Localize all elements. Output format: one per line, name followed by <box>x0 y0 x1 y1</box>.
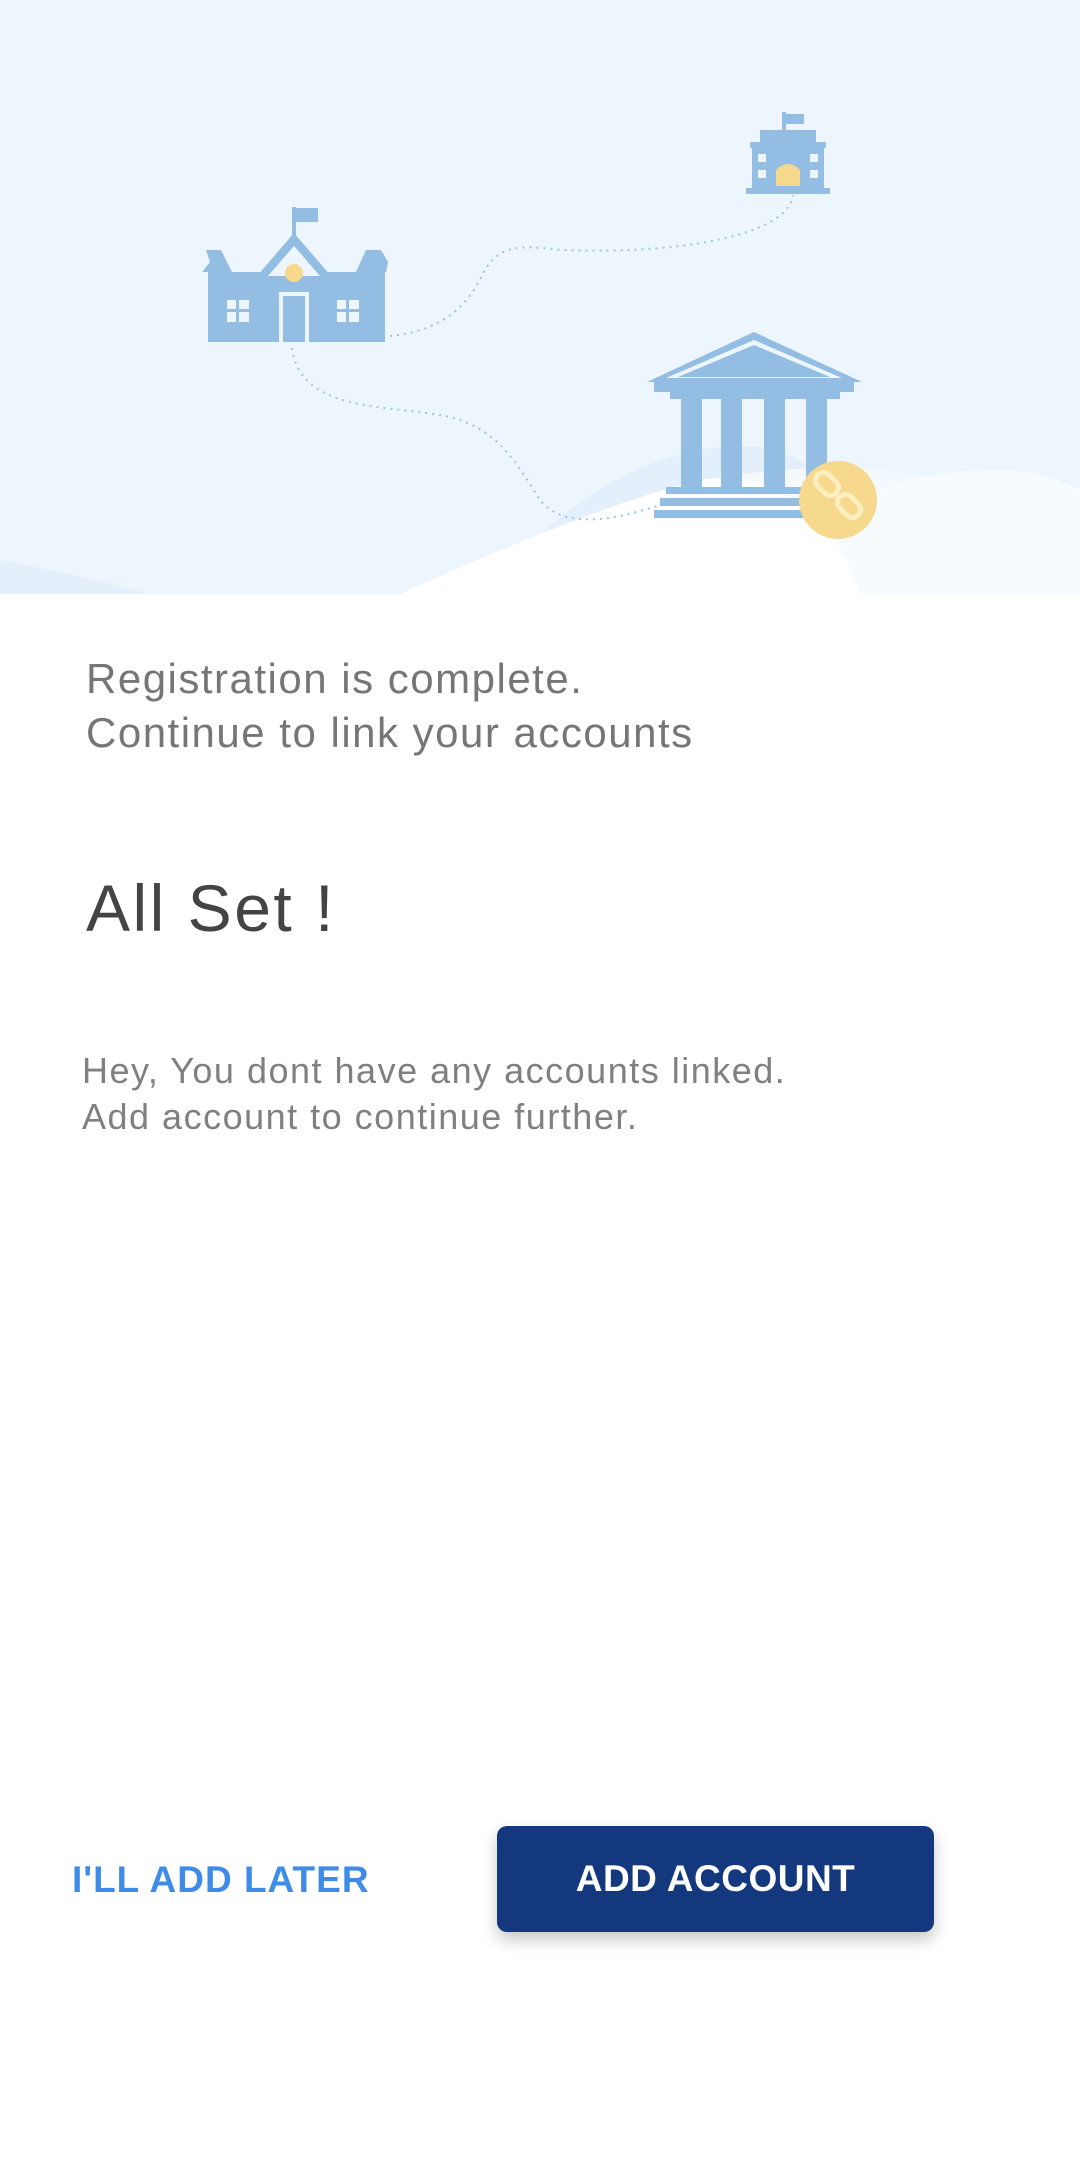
subtitle-line-2: Continue to link your accounts <box>86 709 694 756</box>
connector-path-top <box>389 194 794 337</box>
school-icon <box>202 207 388 342</box>
subtitle-line-1: Registration is complete. <box>86 655 584 702</box>
office-building-icon <box>746 112 830 194</box>
add-later-button[interactable]: I'LL ADD LATER <box>72 1852 370 1908</box>
message-line-2: Add account to continue further. <box>82 1096 639 1137</box>
message-line-1: Hey, You dont have any accounts linked. <box>82 1050 787 1091</box>
link-badge-icon <box>799 461 877 539</box>
registration-subtitle: Registration is complete. Continue to li… <box>86 652 986 760</box>
hero-illustration <box>0 0 1080 594</box>
page-title: All Set ! <box>86 871 336 945</box>
hero-artwork <box>0 112 1080 594</box>
empty-accounts-message: Hey, You dont have any accounts linked. … <box>82 1048 1022 1140</box>
hill-left <box>0 560 150 594</box>
add-account-button[interactable]: ADD ACCOUNT <box>497 1826 934 1932</box>
